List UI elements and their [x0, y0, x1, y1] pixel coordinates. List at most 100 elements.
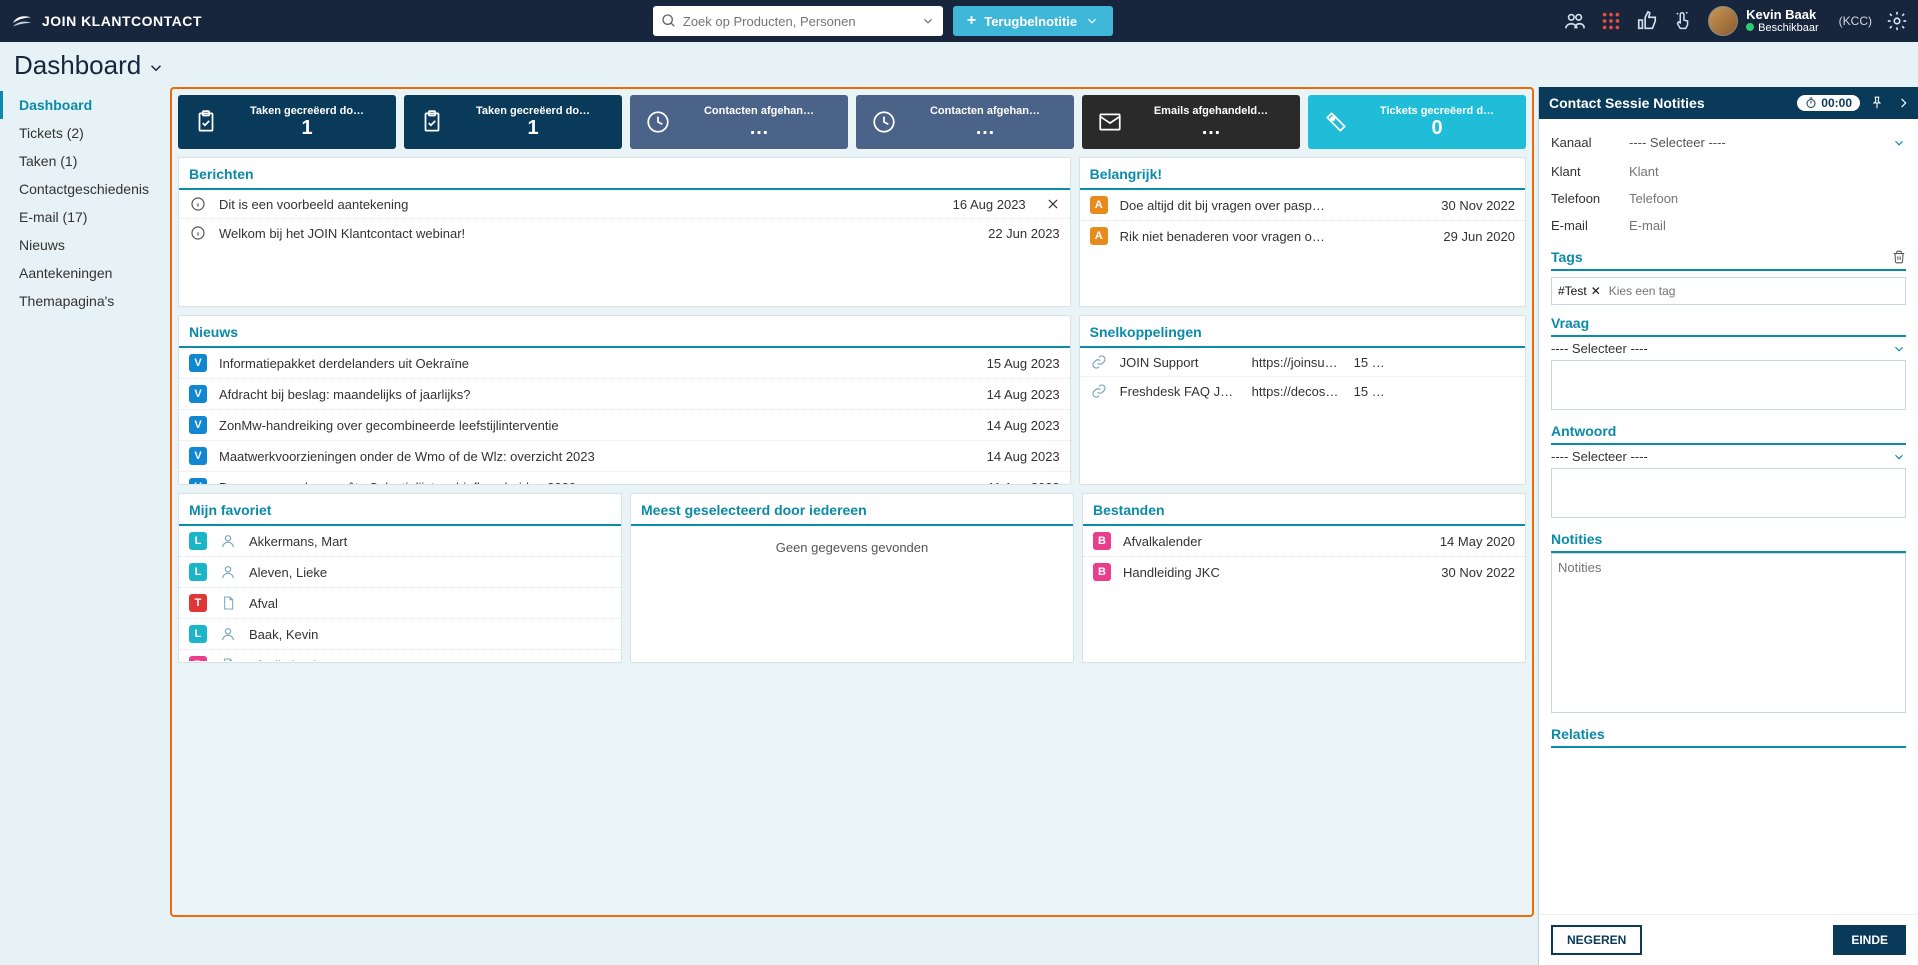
tags-input-area[interactable]: #Test✕ [1551, 277, 1906, 305]
klant-label: Klant [1551, 164, 1629, 179]
list-item[interactable]: ADoe altijd dit bij vragen over pasp…30 … [1080, 190, 1525, 221]
touch-icon[interactable] [1672, 10, 1694, 32]
sidebar: DashboardTickets (2)Taken (1)Contactgesc… [0, 87, 170, 921]
kpi-card[interactable]: Taken gecreëerd do…1 [178, 95, 396, 149]
pin-icon[interactable] [1870, 96, 1884, 110]
badge-icon: B [189, 656, 207, 661]
list-item[interactable]: LAkkermans, Mart [179, 526, 621, 557]
item-date: 14 Aug 2023 [987, 387, 1060, 402]
item-text: Welkom bij het JOIN Klantcontact webinar… [219, 226, 976, 241]
list-item[interactable]: JOIN Support https://joinsup… 15 … [1080, 348, 1525, 377]
kanaal-label: Kanaal [1551, 135, 1629, 150]
card-header: Meest geselecteerd door iedereen [631, 494, 1073, 526]
badge-icon: B [1093, 532, 1111, 550]
list-item[interactable]: BAfvalkalender14 May 2020 [1083, 526, 1525, 557]
vraag-select[interactable]: ---- Selecteer ---- [1551, 337, 1906, 360]
close-icon[interactable] [1046, 197, 1060, 211]
item-name: Freshdesk FAQ Jo… [1120, 384, 1240, 399]
sidebar-item[interactable]: Themapagina's [0, 287, 170, 315]
list-item[interactable]: VDoe mee aan de enquête Selectielijst ar… [179, 472, 1070, 485]
thumbs-up-icon[interactable] [1636, 10, 1658, 32]
notities-textarea[interactable] [1551, 553, 1906, 713]
list-item[interactable]: TAfval [179, 588, 621, 619]
list-item[interactable]: BHandleiding JKC30 Nov 2022 [1083, 557, 1525, 587]
callback-note-label: Terugbelnotitie [984, 14, 1077, 29]
tag-chip[interactable]: #Test✕ [1558, 284, 1601, 298]
gear-icon[interactable] [1886, 10, 1908, 32]
negeren-button[interactable]: NEGEREN [1551, 925, 1642, 955]
close-icon[interactable]: ✕ [1591, 284, 1601, 298]
kpi-card[interactable]: Taken gecreëerd do…1 [404, 95, 622, 149]
list-item[interactable]: BAfvalkalender [179, 650, 621, 661]
item-url: https://joinsup… [1252, 355, 1342, 370]
tags-title: Tags [1551, 249, 1583, 265]
klant-input[interactable] [1629, 164, 1906, 179]
kanaal-select[interactable]: ---- Selecteer ---- [1629, 133, 1906, 152]
global-search[interactable] [653, 6, 943, 36]
sidebar-item[interactable]: Nieuws [0, 231, 170, 259]
sidebar-item[interactable]: Contactgeschiedenis [0, 175, 170, 203]
person-icon [219, 564, 237, 580]
item-text: Akkermans, Mart [249, 534, 611, 549]
antwoord-select[interactable]: ---- Selecteer ---- [1551, 445, 1906, 468]
list-item[interactable]: Dit is een voorbeeld aantekening16 Aug 2… [179, 190, 1070, 219]
sidebar-item[interactable]: Tickets (2) [0, 119, 170, 147]
trash-icon[interactable] [1892, 250, 1906, 264]
callback-note-button[interactable]: + Terugbelnotitie [953, 6, 1113, 36]
telefoon-input[interactable] [1629, 191, 1906, 206]
item-url: https://decos.f… [1252, 384, 1342, 399]
card-snelkoppelingen: Snelkoppelingen JOIN Supporthttps://join… [1079, 315, 1526, 485]
badge-icon: B [1093, 563, 1111, 581]
search-input[interactable] [683, 14, 913, 29]
sidebar-item[interactable]: E-mail (17) [0, 203, 170, 231]
badge-icon: V [189, 385, 207, 403]
logo-icon [10, 9, 34, 33]
email-input[interactable] [1629, 218, 1906, 233]
list-item[interactable]: Welkom bij het JOIN Klantcontact webinar… [179, 219, 1070, 247]
badge-icon: L [189, 563, 207, 581]
einde-button[interactable]: EINDE [1833, 925, 1906, 955]
page-title: Dashboard [14, 50, 141, 81]
sidebar-item[interactable]: Taken (1) [0, 147, 170, 175]
card-header: Belangrijk! [1080, 158, 1525, 190]
item-name: JOIN Support [1120, 355, 1240, 370]
sidebar-item[interactable]: Aantekeningen [0, 259, 170, 287]
collapse-icon[interactable] [1894, 96, 1908, 110]
list-item[interactable]: Freshdesk FAQ Jo…https://decos.f…15 … [1080, 377, 1525, 405]
kpi-card[interactable]: Emails afgehandeld…… [1082, 95, 1300, 149]
tag-input[interactable] [1609, 284, 1899, 298]
brand: JOIN KLANTCONTACT [10, 9, 202, 33]
kpi-card[interactable]: Contacten afgehan…… [856, 95, 1074, 149]
vraag-textarea[interactable] [1551, 360, 1906, 410]
badge-icon: A [1090, 227, 1108, 245]
list-item[interactable]: VInformatiepakket derdelanders uit Oekra… [179, 348, 1070, 379]
sidebar-item[interactable]: Dashboard [0, 91, 170, 119]
avatar [1708, 6, 1738, 36]
chevron-down-icon[interactable] [147, 59, 165, 77]
kpi-label: Taken gecreëerd do… [226, 105, 388, 117]
list-item[interactable]: VZonMw-handreiking over gecombineerde le… [179, 410, 1070, 441]
list-item[interactable]: LBaak, Kevin [179, 619, 621, 650]
list-item[interactable]: ARik niet benaderen voor vragen o…29 Jun… [1080, 221, 1525, 251]
dialpad-icon[interactable] [1600, 10, 1622, 32]
list-item[interactable]: LAleven, Lieke [179, 557, 621, 588]
chevron-down-icon [1892, 136, 1906, 150]
kpi-card[interactable]: Contacten afgehan…… [630, 95, 848, 149]
chevron-down-icon[interactable] [921, 14, 935, 28]
item-text: Doe mee aan de enquête Selectielijst arc… [219, 480, 976, 486]
item-text: Rik niet benaderen voor vragen o… [1120, 229, 1432, 244]
people-icon[interactable] [1564, 10, 1586, 32]
telefoon-label: Telefoon [1551, 191, 1629, 206]
list-item[interactable]: VMaatwerkvoorzieningen onder de Wmo of d… [179, 441, 1070, 472]
antwoord-textarea[interactable] [1551, 468, 1906, 518]
link-icon [1090, 383, 1108, 399]
kpi-card[interactable]: Tickets gecreëerd d…0 [1308, 95, 1526, 149]
timer: 00:00 [1797, 95, 1860, 111]
org-label: (KCC) [1839, 14, 1872, 28]
item-date: 15 Aug 2023 [987, 356, 1060, 371]
list-item[interactable]: VAfdracht bij beslag: maandelijks of jaa… [179, 379, 1070, 410]
user-menu[interactable]: Kevin Baak Beschikbaar [1708, 6, 1819, 36]
item-date: 15 … [1354, 355, 1390, 370]
card-favoriet: Mijn favoriet LAkkermans, MartLAleven, L… [178, 493, 622, 663]
kpi-value: … [904, 117, 1066, 140]
